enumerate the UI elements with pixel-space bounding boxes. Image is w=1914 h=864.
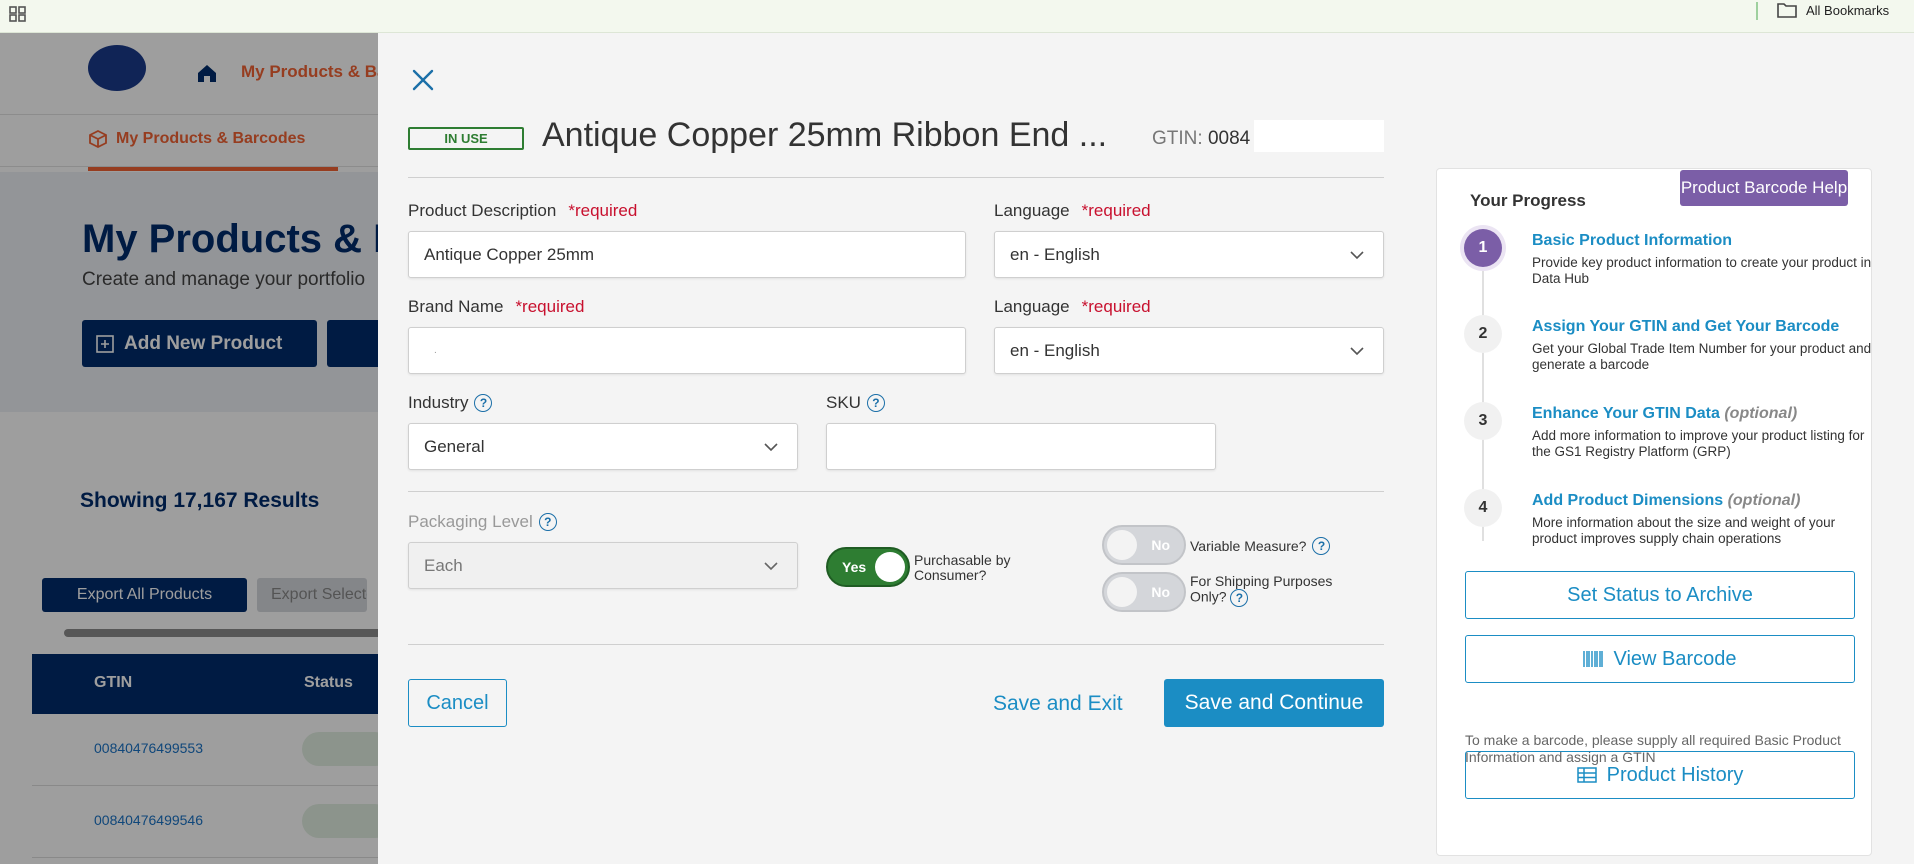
product-description-input[interactable]: Antique Copper 25mm (408, 231, 966, 278)
table-icon (1576, 767, 1597, 783)
step-1-circle: 1 (1464, 229, 1502, 267)
save-and-continue-button[interactable]: Save and Continue (1164, 679, 1384, 727)
required-indicator: *required (1081, 201, 1151, 220)
brand-language-label-text: Language (994, 297, 1070, 316)
divider (408, 177, 1384, 178)
step-1-description: Provide key product information to creat… (1532, 255, 1872, 286)
product-history-label: Product History (1606, 763, 1744, 786)
variable-measure-toggle[interactable]: No (1102, 525, 1186, 565)
view-barcode-button[interactable]: View Barcode (1465, 635, 1855, 683)
gtin-value: 0084 (1207, 128, 1251, 149)
toggle-knob (875, 552, 905, 582)
step-3-title-text: Enhance Your GTIN Data (1532, 405, 1720, 422)
product-edit-drawer: IN USE Antique Copper 25mm Ribbon End ..… (378, 33, 1914, 864)
view-barcode-label: View Barcode (1613, 647, 1737, 670)
all-bookmarks-button[interactable]: All Bookmarks (1776, 0, 1889, 20)
gtin-display: GTIN: 0084 (1152, 128, 1250, 150)
apps-grid-icon[interactable] (8, 4, 28, 24)
gtin-label: GTIN: (1152, 128, 1203, 149)
brand-name-value: . (434, 345, 437, 356)
step-4-optional: (optional) (1727, 492, 1801, 509)
bookmarks-bar: All Bookmarks (0, 0, 1914, 33)
close-icon[interactable] (408, 65, 438, 95)
toggle-state: No (1151, 584, 1170, 600)
description-language-value: en - English (1010, 244, 1100, 264)
description-language-label-text: Language (994, 201, 1070, 220)
product-barcode-help-button[interactable]: Product Barcode Help (1680, 170, 1848, 206)
folder-icon (1777, 3, 1797, 18)
industry-select[interactable]: General (408, 423, 798, 470)
product-history-button[interactable]: Product History (1465, 751, 1855, 799)
industry-label: Industry ? (408, 393, 493, 413)
help-icon[interactable]: ? (1230, 589, 1249, 607)
barcode-icon (1583, 651, 1604, 667)
step-2-description: Get your Global Trade Item Number for yo… (1532, 341, 1872, 372)
help-icon[interactable]: ? (538, 513, 557, 531)
sku-label-text: SKU (826, 393, 861, 412)
variable-measure-label: Variable Measure? ? (1190, 537, 1331, 555)
variable-measure-label-text: Variable Measure? (1190, 537, 1307, 554)
chevron-down-icon (1350, 250, 1364, 259)
step-3-description: Add more information to improve your pro… (1532, 428, 1865, 459)
toggle-knob (1107, 530, 1137, 560)
gtin-redaction (1254, 120, 1384, 152)
required-indicator: *required (568, 201, 638, 220)
toggle-state: No (1151, 537, 1170, 553)
description-language-select[interactable]: en - English (994, 231, 1384, 278)
product-description-value: Antique Copper 25mm (424, 244, 595, 264)
help-icon[interactable]: ? (866, 394, 885, 412)
brand-name-label-text: Brand Name (408, 297, 504, 316)
chevron-down-icon (1350, 346, 1364, 355)
chevron-down-icon (764, 442, 778, 451)
divider (408, 491, 1384, 492)
step-4-title[interactable]: Add Product Dimensions (optional) (1532, 492, 1800, 510)
packaging-level-label: Packaging Level ? (408, 512, 557, 532)
save-and-exit-button[interactable]: Save and Exit (993, 692, 1123, 716)
progress-title: Your Progress (1470, 191, 1586, 210)
shipping-only-label: For Shipping Purposes Only? ? (1190, 574, 1358, 607)
description-language-label: Language *required (994, 201, 1151, 221)
sku-input[interactable] (826, 423, 1216, 470)
status-badge: IN USE (408, 127, 524, 150)
brand-language-value: en - English (1010, 340, 1100, 360)
bookmarks-separator (1756, 2, 1758, 20)
step-3-title[interactable]: Enhance Your GTIN Data (optional) (1532, 405, 1797, 423)
purchasable-label: Purchasable by Consumer? (914, 552, 1011, 583)
required-indicator: *required (515, 297, 585, 316)
help-icon[interactable]: ? (474, 394, 493, 412)
step-4-title-text: Add Product Dimensions (1532, 492, 1724, 509)
step-4-description: More information about the size and weig… (1532, 515, 1836, 546)
industry-value: General (424, 436, 485, 456)
brand-language-select[interactable]: en - English (994, 327, 1384, 374)
cancel-button[interactable]: Cancel (408, 679, 507, 727)
toggle-state: Yes (842, 559, 867, 575)
all-bookmarks-label: All Bookmarks (1806, 2, 1890, 18)
brand-language-label: Language *required (994, 297, 1151, 317)
product-description-label-text: Product Description (408, 201, 557, 220)
step-3-optional: (optional) (1724, 405, 1798, 422)
step-2-title[interactable]: Assign Your GTIN and Get Your Barcode (1532, 318, 1839, 336)
divider (408, 644, 1384, 645)
packaging-level-value: Each (424, 555, 463, 575)
brand-name-label: Brand Name *required (408, 297, 584, 317)
step-1-title[interactable]: Basic Product Information (1532, 232, 1732, 250)
product-title: Antique Copper 25mm Ribbon End ... (542, 116, 1108, 154)
step-2-circle: 2 (1464, 315, 1502, 353)
shipping-only-toggle[interactable]: No (1102, 572, 1186, 612)
industry-label-text: Industry (408, 393, 469, 412)
toggle-knob (1107, 577, 1137, 607)
help-icon[interactable]: ? (1312, 537, 1331, 555)
shipping-only-label-text: For Shipping Purposes Only? (1190, 573, 1333, 605)
packaging-level-label-text: Packaging Level (408, 512, 533, 531)
purchasable-toggle[interactable]: Yes (826, 547, 910, 587)
step-4-circle: 4 (1464, 489, 1502, 527)
brand-name-input[interactable]: . (408, 327, 966, 374)
required-indicator: *required (1081, 297, 1151, 316)
product-description-label: Product Description *required (408, 201, 637, 221)
packaging-level-select[interactable]: Each (408, 542, 798, 589)
set-status-archive-button[interactable]: Set Status to Archive (1465, 571, 1855, 619)
chevron-down-icon (764, 561, 778, 570)
step-3-circle: 3 (1464, 402, 1502, 440)
sku-label: SKU ? (826, 393, 885, 413)
